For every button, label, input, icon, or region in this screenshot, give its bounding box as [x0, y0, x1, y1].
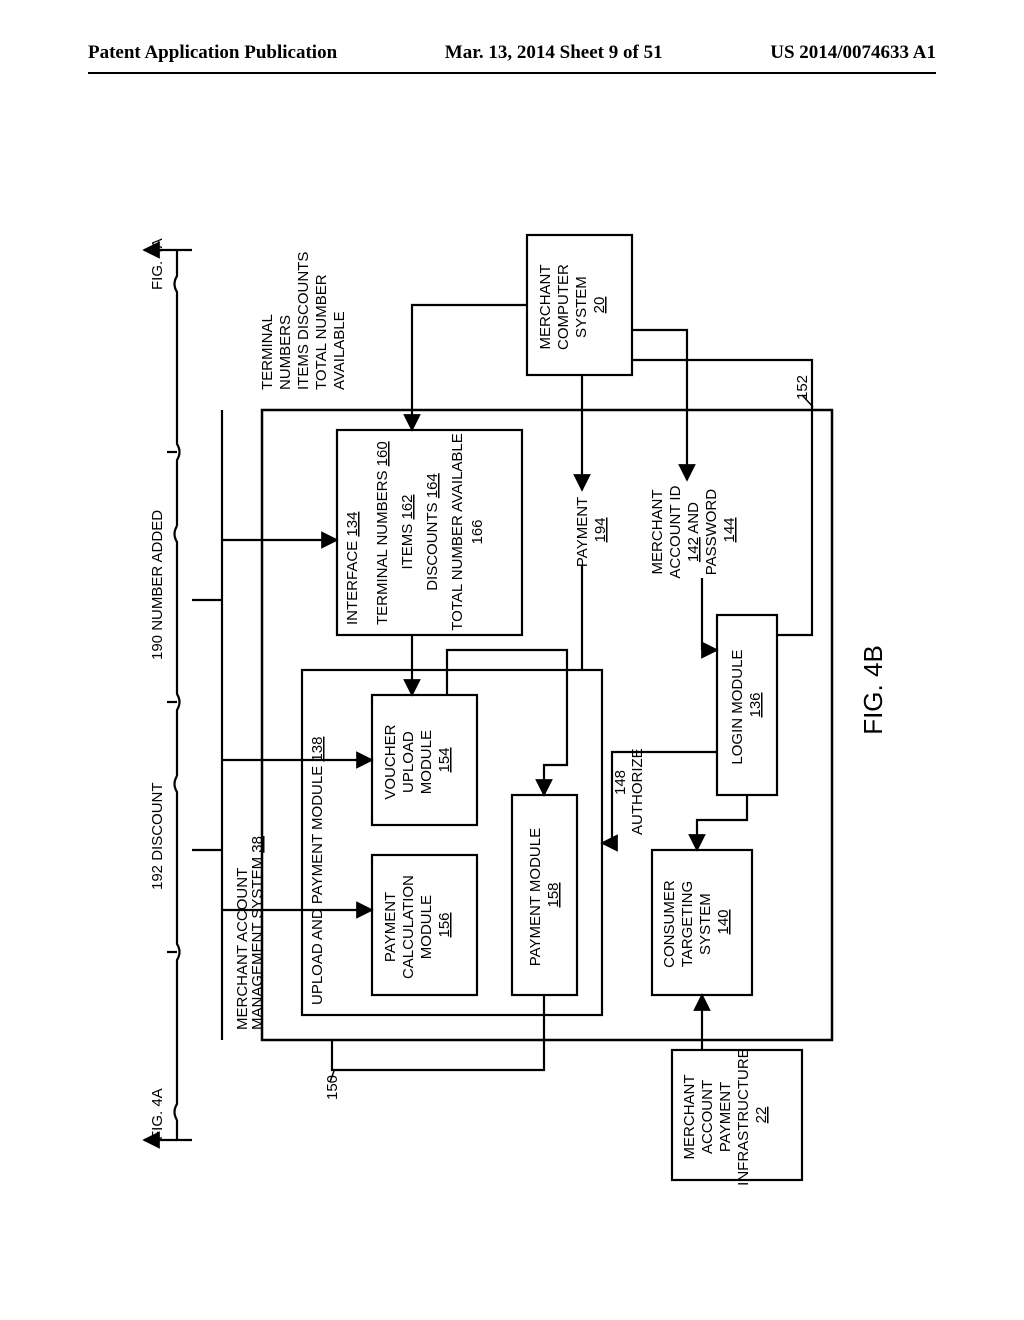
text-cts: CONSUMER TARGETING SYSTEM 140 — [661, 876, 732, 968]
text-discounts: DISCOUNTS 164 — [424, 473, 441, 591]
text-interface: INTERFACE 134 — [344, 512, 361, 625]
text-pm: PAYMENT MODULE 158 — [527, 824, 562, 967]
header-right: US 2014/0074633 A1 — [770, 42, 936, 64]
label-190: 190 NUMBER ADDED — [149, 510, 166, 660]
text-mcs: MERCHANT COMPUTER SYSTEM 20 — [537, 260, 608, 350]
text-terminal-numbers: TERMINAL NUMBERS 160 — [374, 441, 391, 625]
text-148: 148 — [612, 770, 629, 795]
box-upload-payment-module — [302, 670, 602, 1015]
text-150: 150 — [324, 1075, 341, 1100]
box-merchant-acct-mgmt-system — [262, 410, 832, 1040]
text-vum: VOUCHER UPLOAD MODULE 154 — [382, 720, 453, 799]
text-payment: PAYMENT 194 — [574, 493, 609, 567]
header-mid: Mar. 13, 2014 Sheet 9 of 51 — [445, 42, 663, 64]
text-mapi: MERCHANT ACCOUNT PAYMENT INFRASTRUCTURE … — [681, 1044, 770, 1186]
text-tna-ref: 166 — [469, 519, 486, 544]
header-left: Patent Application Publication — [88, 42, 337, 64]
text-tna: TOTAL NUMBER AVAILABLE — [449, 433, 466, 631]
text-merchant-acct-id: MERCHANT ACCOUNT ID 142 AND PASSWORD 144 — [649, 481, 738, 578]
figure-label: FIG. 4B — [858, 645, 888, 735]
text-items: ITEMS 162 — [399, 494, 416, 569]
header-rule — [88, 72, 936, 74]
text-external-list: TERMINAL NUMBERS ITEMS DISCOUNTS TOTAL N… — [259, 247, 348, 390]
text-authorize: AUTHORIZE — [629, 748, 646, 835]
figure-4b: FIG. 4A FIG. 4A 192 DISCOUNT 190 NUMBER … — [112, 190, 912, 1190]
label-192: 192 DISCOUNT — [149, 782, 166, 890]
fig4a-ref-right: FIG. 4A — [149, 238, 166, 290]
page-header: Patent Application Publication Mar. 13, … — [0, 42, 1024, 64]
text-login: LOGIN MODULE 136 — [729, 645, 764, 764]
text-mams-sub: MANAGEMENT SYSTEM 38 — [249, 836, 266, 1030]
text-upm: UPLOAD AND PAYMENT MODULE 138 — [309, 737, 326, 1005]
page: Patent Application Publication Mar. 13, … — [0, 0, 1024, 1320]
text-pcm: PAYMENT CALCULATION MODULE 156 — [382, 871, 453, 979]
fig4a-ref-left: FIG. 4A — [149, 1088, 166, 1140]
